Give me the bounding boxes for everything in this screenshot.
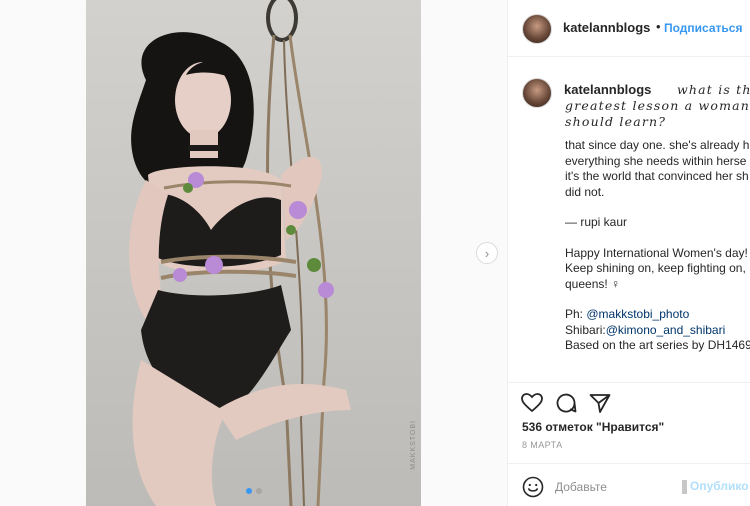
post-header: katelannblogs • Подписаться <box>508 0 750 57</box>
shibari-link[interactable]: @kimono_and_shibari <box>606 323 726 337</box>
fancy-line-2: greatest lesson a woman <box>565 98 750 113</box>
fancy-line-1: what is the <box>677 82 750 97</box>
follow-button[interactable]: Подписаться <box>664 21 742 35</box>
caption-line: that since day one. she's already h <box>565 138 750 152</box>
comment-input[interactable] <box>555 477 675 497</box>
photo-watermark: MAKKSTOBI <box>410 420 417 470</box>
header-separator: • <box>656 19 661 34</box>
add-comment-bar: Опублико <box>508 463 750 506</box>
caption-line: did not. <box>565 184 605 199</box>
caption-series: Based on the art series by DH1469 <box>565 338 750 352</box>
heart-icon[interactable] <box>520 391 544 415</box>
caption-fancy-text: what is the greatest lesson a woman shou… <box>565 82 750 130</box>
emoji-icon[interactable] <box>522 476 544 498</box>
post-side-panel: katelannblogs • Подписаться katelannblog… <box>507 0 750 506</box>
carousel-dot-active <box>246 488 252 494</box>
publish-button[interactable]: Опублико <box>690 479 749 493</box>
author-avatar[interactable] <box>522 14 552 44</box>
instagram-post-viewer: MAKKSTOBI › katelannblogs • Подписаться … <box>0 0 750 506</box>
caption-greeting-line: Keep shining on, keep fighting on, <box>565 261 746 275</box>
post-date: 8 МАРТА <box>522 440 563 450</box>
chevron-right-icon: › <box>484 245 490 261</box>
caption-greeting-line: queens! ♀ <box>565 276 621 291</box>
post-photo[interactable]: MAKKSTOBI <box>86 0 421 506</box>
comment-icon[interactable] <box>554 391 578 415</box>
fancy-line-3: should learn? <box>565 114 667 129</box>
text-cursor <box>682 480 687 494</box>
photo-illustration <box>129 0 351 506</box>
caption-body: that since day one. she's already h ever… <box>565 138 750 354</box>
caption-section: katelannblogs what is the greatest lesso… <box>508 58 750 381</box>
post-actions: 536 отметок "Нравится" 8 МАРТА Опублико <box>508 382 750 506</box>
photographer-link[interactable]: @makkstobi_photo <box>586 307 689 321</box>
carousel-next-button[interactable]: › <box>476 242 498 264</box>
caption-line: it's the world that convinced her sh <box>565 169 749 183</box>
carousel-dots <box>246 488 262 494</box>
share-icon[interactable] <box>588 391 612 415</box>
caption-greeting-line: Happy International Women's day! <box>565 245 748 260</box>
carousel-dot <box>256 488 262 494</box>
likes-count[interactable]: 536 отметок "Нравится" <box>522 420 664 434</box>
caption-attribution: — rupi kaur <box>565 215 628 229</box>
caption-shibari: Shibari:@kimono_and_shibari <box>565 322 726 337</box>
author-username[interactable]: katelannblogs <box>563 20 650 35</box>
caption-line: everything she needs within herse <box>565 153 747 168</box>
caption-photographer: Ph: @makkstobi_photo <box>565 307 690 321</box>
caption-avatar[interactable] <box>522 78 552 108</box>
